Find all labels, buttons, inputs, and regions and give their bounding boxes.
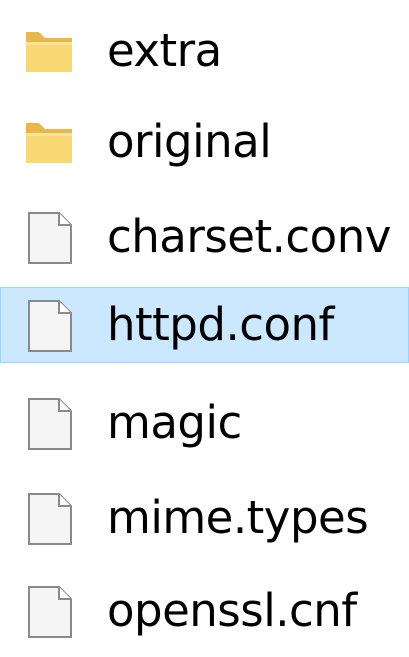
item-name: httpd.conf (107, 298, 334, 351)
file-icon (21, 491, 77, 547)
list-item-httpd-conf[interactable]: httpd.conf (0, 287, 409, 363)
list-item-magic[interactable]: magic (0, 385, 409, 461)
list-item-original[interactable]: original (0, 104, 409, 180)
item-name: mime.types (107, 491, 369, 544)
item-name: magic (107, 396, 242, 449)
file-icon (21, 298, 77, 354)
list-item-mime-types[interactable]: mime.types (0, 480, 409, 556)
folder-icon (21, 115, 77, 171)
file-icon (21, 584, 77, 640)
item-name: original (107, 115, 272, 168)
list-item-charset-conv[interactable]: charset.conv (0, 199, 409, 275)
item-name: openssl.cnf (107, 584, 357, 637)
file-icon (21, 396, 77, 452)
item-name: extra (107, 24, 222, 77)
list-item-openssl-cnf[interactable]: openssl.cnf (0, 573, 409, 649)
item-name: charset.conv (107, 210, 391, 263)
list-item-extra[interactable]: extra (0, 13, 409, 89)
file-list: extra original charset.conv httpd.conf m… (0, 0, 409, 657)
folder-icon (21, 24, 77, 80)
file-icon (21, 210, 77, 266)
